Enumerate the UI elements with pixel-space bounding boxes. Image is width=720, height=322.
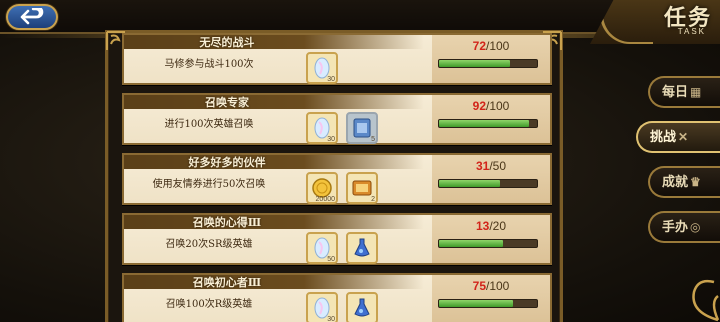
- progress-area: 92/100: [432, 95, 550, 143]
- page-subtitle: TASK: [677, 27, 706, 36]
- task-desc: 马修参与战斗100次: [164, 59, 254, 70]
- reward-slot[interactable]: [346, 232, 378, 264]
- task-desc: 召唤20次SR级英雄: [165, 239, 253, 250]
- task-row[interactable]: 召唤的心得Ⅲ 召唤20次SR级英雄 50 13/20: [122, 213, 552, 265]
- task-row[interactable]: 召唤初心者Ⅲ 召唤100次R级英雄 30 75/100: [122, 273, 552, 322]
- potion-icon: [354, 238, 370, 257]
- tab-figure[interactable]: 手办 ◎: [648, 211, 720, 243]
- crossed-swords-icon: ✕: [678, 130, 689, 144]
- calendar-icon: ▦: [690, 85, 702, 99]
- reward-qty: 2: [371, 196, 375, 203]
- back-arrow-icon: [20, 8, 44, 25]
- progress-text: 31/50: [475, 159, 507, 173]
- potion-icon: [354, 298, 370, 317]
- progress-area: 31/50: [432, 155, 550, 203]
- task-row[interactable]: 好多好多的伙伴 使用友情券进行50次召唤 20000 2 31/50: [122, 153, 552, 205]
- task-name: 无尽的战斗: [199, 36, 255, 49]
- task-row[interactable]: 无尽的战斗 马修参与战斗100次 30 72/100: [122, 33, 552, 85]
- task-row[interactable]: 召唤专家 进行100次英雄召唤 30 5 92/100: [122, 93, 552, 145]
- progress-area: 13/20: [432, 215, 550, 263]
- tab-achievement[interactable]: 成就 ♛: [648, 166, 720, 198]
- progress-bar-fill: [439, 60, 510, 67]
- task-name: 召唤的心得Ⅲ: [192, 216, 262, 229]
- trophy-icon: ♛: [690, 175, 701, 189]
- reward-slot[interactable]: 30: [306, 292, 338, 322]
- reward-slot[interactable]: 30: [306, 112, 338, 144]
- reward-qty: 30: [327, 136, 335, 143]
- progress-bar: [438, 299, 538, 308]
- reward-slot[interactable]: 5: [346, 112, 378, 144]
- task-name: 好多好多的伙伴: [188, 156, 266, 169]
- reward-qty: 50: [327, 256, 335, 263]
- task-list-panel[interactable]: 无尽的战斗 马修参与战斗100次 30 72/100 召唤专家 进行100次英雄…: [105, 30, 563, 322]
- tab-daily[interactable]: 每日 ▦: [648, 76, 720, 108]
- progress-bar-fill: [439, 240, 503, 247]
- reward-qty: 30: [327, 76, 335, 83]
- progress-text: 72/100: [472, 39, 510, 53]
- progress-text: 75/100: [472, 279, 510, 293]
- task-desc: 召唤100次R级英雄: [165, 299, 253, 310]
- progress-bar-fill: [439, 120, 530, 127]
- progress-bar-fill: [439, 300, 513, 307]
- figure-icon: ◎: [690, 220, 701, 234]
- tab-challenge[interactable]: 挑战 ✕: [636, 121, 720, 153]
- progress-bar-fill: [439, 180, 500, 187]
- reward-slot[interactable]: 2: [346, 172, 378, 204]
- reward-slot[interactable]: 30: [306, 52, 338, 84]
- progress-text: 13/20: [475, 219, 507, 233]
- reward-slot[interactable]: [346, 292, 378, 322]
- reward-qty: 30: [327, 316, 335, 322]
- reward-qty: 5: [371, 136, 375, 143]
- task-desc: 进行100次英雄召唤: [164, 119, 254, 130]
- reward-slot[interactable]: 50: [306, 232, 338, 264]
- back-button[interactable]: [6, 4, 58, 30]
- progress-area: 72/100: [432, 35, 550, 83]
- reward-qty: 20000: [315, 196, 335, 203]
- progress-bar: [438, 119, 538, 128]
- task-desc: 使用友情券进行50次召唤: [152, 179, 266, 190]
- reward-slot[interactable]: 20000: [306, 172, 338, 204]
- task-name: 召唤专家: [205, 96, 249, 109]
- task-name: 召唤初心者Ⅲ: [192, 276, 262, 289]
- progress-bar: [438, 59, 538, 68]
- progress-area: 75/100: [432, 275, 550, 322]
- progress-bar: [438, 239, 538, 248]
- corner-flourish-icon: [692, 279, 720, 322]
- progress-text: 92/100: [472, 99, 510, 113]
- progress-bar: [438, 179, 538, 188]
